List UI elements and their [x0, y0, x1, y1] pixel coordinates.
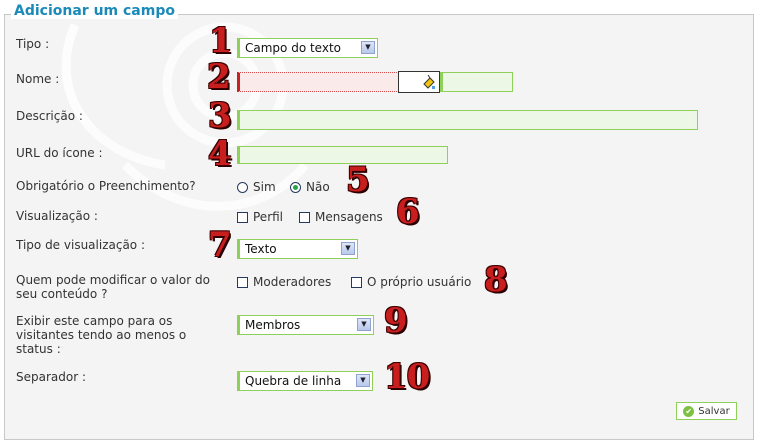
url-icone-label: URL do ícone : — [16, 146, 103, 160]
modificar-label: Quem pode modificar o valor do seu conte… — [16, 273, 210, 301]
radio-unchecked[interactable] — [237, 181, 248, 193]
paint-bucket-icon — [423, 74, 435, 89]
panel-title: Adicionar um campo — [11, 3, 178, 19]
chevron-down-icon: ▼ — [357, 318, 371, 331]
save-label: Salvar — [698, 405, 730, 417]
obrigatorio-sim-radio[interactable]: Sim — [237, 180, 276, 194]
usuario-label: O próprio usuário — [367, 275, 472, 289]
visualizacao-mensagens-checkbox[interactable]: Mensagens — [299, 210, 383, 224]
nome-label: Nome : — [16, 72, 60, 86]
save-button[interactable]: ✔ Salvar — [676, 402, 737, 420]
obrigatorio-sim-label: Sim — [253, 180, 276, 194]
visualizacao-perfil-checkbox[interactable]: Perfil — [237, 210, 283, 224]
checkbox[interactable] — [351, 276, 362, 288]
url-icone-input[interactable] — [237, 146, 448, 164]
separador-label: Separador : — [16, 370, 87, 384]
chevron-down-icon: ▼ — [341, 242, 355, 255]
exibir-select[interactable]: Membros ▼ — [237, 315, 374, 335]
separador-select[interactable]: Quebra de linha ▼ — [237, 371, 373, 391]
step-number-6: 6 — [396, 192, 420, 232]
step-number-7: 7 — [208, 225, 232, 265]
step-number-4: 4 — [208, 134, 232, 174]
obrigatorio-nao-label: Não — [306, 180, 330, 194]
exibir-value: Membros — [245, 318, 301, 332]
chevron-down-icon: ▼ — [361, 41, 375, 54]
checkbox[interactable] — [237, 276, 248, 288]
nome-color-input[interactable] — [440, 72, 513, 92]
step-number-8: 8 — [484, 260, 508, 300]
moderadores-label: Moderadores — [253, 275, 332, 289]
step-number-10: 10 — [384, 357, 430, 397]
step-number-5: 5 — [346, 160, 370, 200]
visualizacao-label: Visualização : — [16, 209, 98, 223]
modificar-moderadores-checkbox[interactable]: Moderadores — [237, 275, 331, 289]
modificar-usuario-checkbox[interactable]: O próprio usuário — [351, 275, 471, 289]
nome-input[interactable] — [237, 72, 399, 92]
paint-bucket-button[interactable] — [398, 71, 440, 93]
descricao-label: Descrição : — [16, 109, 83, 123]
modificar-label-line2: seu conteúdo ? — [16, 287, 108, 301]
tipo-label: Tipo : — [16, 37, 50, 51]
checkbox[interactable] — [299, 211, 310, 223]
mensagens-label: Mensagens — [315, 210, 383, 224]
step-number-1: 1 — [209, 21, 233, 61]
tipo-visualizacao-label: Tipo de visualização : — [16, 238, 145, 252]
tipo-select[interactable]: Campo do texto ▼ — [237, 38, 378, 58]
exibir-label-line3: status : — [16, 342, 61, 356]
radio-checked[interactable] — [290, 181, 301, 193]
step-number-3: 3 — [208, 96, 232, 136]
exibir-label-line2: visitantes tendo ao menos o — [16, 328, 187, 342]
obrigatorio-label: Obrigatório o Preenchimento? — [16, 179, 196, 193]
checkmark-icon: ✔ — [683, 405, 695, 417]
tipo-select-value: Campo do texto — [245, 41, 341, 55]
exibir-label: Exibir este campo para os visitantes ten… — [16, 314, 186, 356]
checkbox[interactable] — [237, 211, 248, 223]
tipo-visualizacao-value: Texto — [245, 242, 277, 256]
descricao-input[interactable] — [237, 110, 698, 130]
obrigatorio-nao-radio[interactable]: Não — [290, 180, 330, 194]
separador-value: Quebra de linha — [245, 374, 342, 388]
perfil-label: Perfil — [253, 210, 284, 224]
step-number-2: 2 — [207, 57, 231, 97]
step-number-9: 9 — [384, 301, 408, 341]
exibir-label-line1: Exibir este campo para os — [16, 314, 173, 328]
modificar-label-line1: Quem pode modificar o valor do — [16, 273, 210, 287]
chevron-down-icon: ▼ — [356, 374, 370, 387]
tipo-visualizacao-select[interactable]: Texto ▼ — [237, 239, 358, 259]
